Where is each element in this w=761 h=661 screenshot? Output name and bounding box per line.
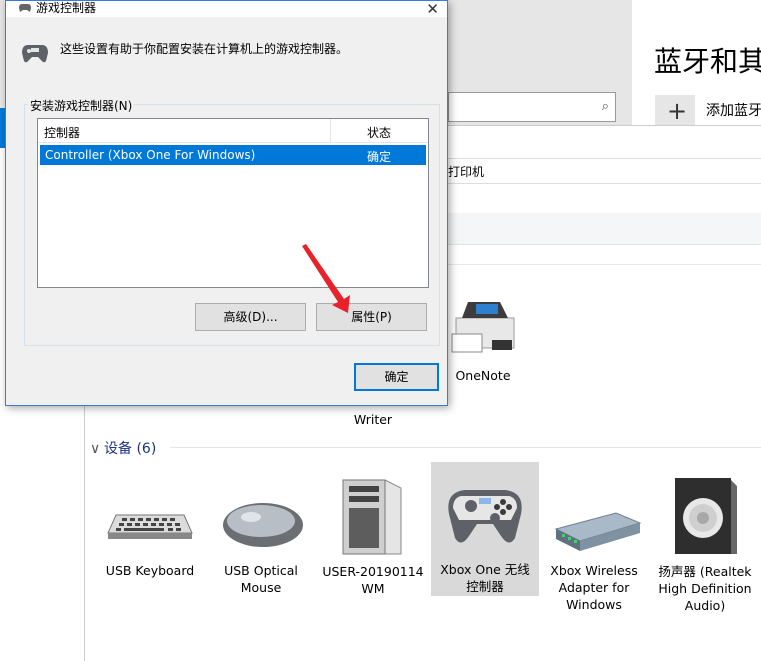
- column-header-status[interactable]: 状态: [367, 124, 391, 141]
- device-usb-optical-mouse[interactable]: USB Optical Mouse: [207, 495, 315, 596]
- mouse-icon: [223, 503, 303, 547]
- command-toolbar: [446, 213, 761, 245]
- device-label: USER-20190114 WM: [322, 564, 424, 596]
- advanced-button[interactable]: 高级(D)...: [195, 303, 306, 331]
- controller-status: 确定: [367, 150, 392, 164]
- device-xbox-wireless-adapter[interactable]: Xbox Wireless Adapter for Windows: [540, 495, 648, 613]
- device-label: Xbox Wireless Adapter for Windows: [550, 563, 638, 612]
- printer-writer-label[interactable]: Writer: [343, 411, 403, 428]
- settings-search-input[interactable]: ⌕: [448, 92, 616, 122]
- device-usb-keyboard[interactable]: USB Keyboard: [96, 495, 204, 579]
- gamepad-icon: [19, 4, 31, 12]
- device-xbox-controller[interactable]: Xbox One 无线控制器: [431, 462, 539, 596]
- groupbox-label: 安装游戏控制器(N): [28, 97, 135, 114]
- list-item[interactable]: Controller (Xbox One For Windows) 确定: [40, 145, 426, 165]
- search-icon: ⌕: [601, 99, 609, 114]
- annotation-arrow-icon: [302, 244, 350, 313]
- address-bar[interactable]: [446, 158, 761, 184]
- dialog-description: 这些设置有助于你配置安装在计算机上的游戏控制器。: [60, 42, 349, 56]
- dialog-title-bar[interactable]: 游戏控制器 ✕: [6, 0, 447, 18]
- device-label: 扬声器 (Realtek High Definition Audio): [658, 564, 752, 613]
- add-device-button[interactable]: +: [655, 95, 695, 125]
- device-speaker[interactable]: 扬声器 (Realtek High Definition Audio): [651, 468, 759, 614]
- device-label: USB Optical Mouse: [224, 563, 298, 595]
- printer-icon: [451, 302, 515, 353]
- page-title: 蓝牙和其: [654, 45, 761, 78]
- devices-group-header[interactable]: ∨ 设备 (6): [90, 438, 156, 458]
- list-header: 控制器 状态: [38, 119, 428, 143]
- dialog-title: 游戏控制器: [36, 1, 97, 15]
- speaker-icon: [675, 478, 737, 554]
- controller-name: Controller (Xbox One For Windows): [45, 148, 256, 162]
- device-computer[interactable]: USER-20190114 WM: [319, 468, 427, 597]
- chevron-down-icon: ∨: [90, 441, 101, 457]
- gamepad-icon: [448, 490, 522, 543]
- close-icon[interactable]: ✕: [426, 0, 439, 18]
- column-header-controller[interactable]: 控制器: [44, 124, 80, 141]
- divider: [446, 264, 761, 265]
- column-separator[interactable]: [330, 119, 331, 143]
- gamepad-icon: [22, 45, 48, 63]
- device-label: Xbox One 无线控制器: [440, 562, 530, 594]
- game-controllers-dialog: 游戏控制器 ✕ 这些设置有助于你配置安装在计算机上的游戏控制器。 安装游戏控制器…: [5, 0, 448, 406]
- computer-tower-icon: [342, 479, 402, 555]
- plus-icon: +: [667, 97, 688, 125]
- controllers-list[interactable]: 控制器 状态 Controller (Xbox One For Windows)…: [37, 118, 429, 288]
- address-bar-text: 打印机: [448, 165, 485, 179]
- wireless-adapter-icon: [554, 512, 642, 551]
- group-divider: [170, 447, 761, 448]
- device-label: USB Keyboard: [105, 563, 195, 578]
- add-device-label[interactable]: 添加蓝牙: [706, 100, 761, 120]
- keyboard-icon: [107, 514, 193, 539]
- ok-button[interactable]: 确定: [354, 363, 439, 391]
- devices-group-label: 设备 (6): [104, 441, 157, 457]
